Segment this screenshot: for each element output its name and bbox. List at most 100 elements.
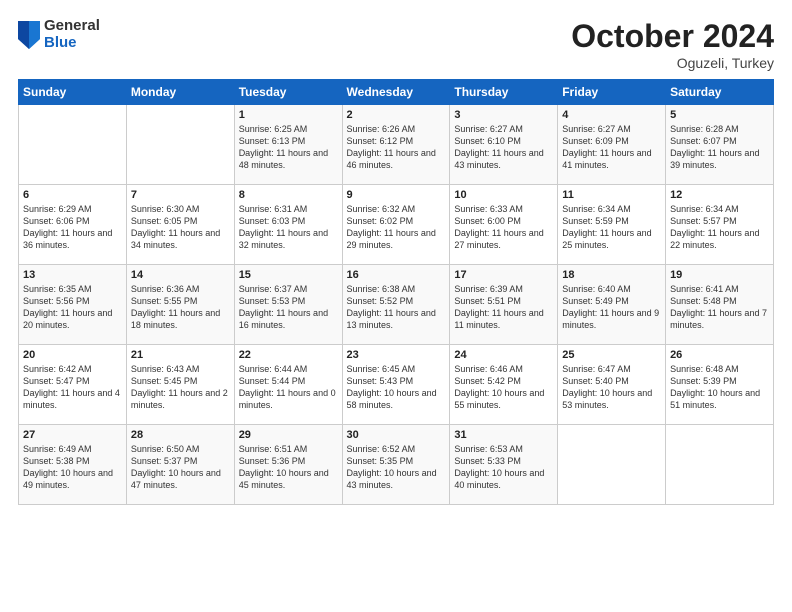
day-number: 27 <box>23 429 122 441</box>
day-number: 28 <box>131 429 230 441</box>
calendar-cell: 21 Sunrise: 6:43 AM Sunset: 5:45 PM Dayli… <box>126 345 234 425</box>
week-row-5: 27 Sunrise: 6:49 AM Sunset: 5:38 PM Dayli… <box>19 425 774 505</box>
calendar-cell: 28Sunrise: 6:50 AM Sunset: 5:37 PM Dayli… <box>126 425 234 505</box>
day-number: 12 <box>670 189 769 201</box>
day-header-tuesday: Tuesday <box>234 80 342 105</box>
week-row-3: 13 Sunrise: 6:35 AM Sunset: 5:56 PM Dayli… <box>19 265 774 345</box>
day-number: 18 <box>562 269 661 281</box>
calendar-cell: 8Sunrise: 6:31 AM Sunset: 6:03 PM Daylig… <box>234 185 342 265</box>
calendar-cell: 22Sunrise: 6:44 AM Sunset: 5:44 PM Dayli… <box>234 345 342 425</box>
calendar-cell: 19 Sunrise: 6:41 AM Sunset: 5:48 PM Dayli… <box>666 265 774 345</box>
calendar-cell <box>126 105 234 185</box>
cell-content: Sunrise: 6:39 AM Sunset: 5:51 PM Dayligh… <box>454 283 553 332</box>
cell-content: Sunrise: 6:31 AM Sunset: 6:03 PM Dayligh… <box>239 203 338 252</box>
title-block: October 2024 Oguzeli, Turkey <box>571 18 774 71</box>
calendar-cell: 4Sunrise: 6:27 AM Sunset: 6:09 PM Daylig… <box>558 105 666 185</box>
calendar-cell: 11 Sunrise: 6:34 AM Sunset: 5:59 PM Dayli… <box>558 185 666 265</box>
cell-content: Sunrise: 6:29 AM Sunset: 6:06 PM Dayligh… <box>23 203 122 252</box>
day-number: 23 <box>347 349 446 361</box>
day-number: 15 <box>239 269 338 281</box>
calendar-cell: 20Sunrise: 6:42 AM Sunset: 5:47 PM Dayli… <box>19 345 127 425</box>
header: General Blue October 2024 Oguzeli, Turke… <box>18 18 774 71</box>
cell-content: Sunrise: 6:26 AM Sunset: 6:12 PM Dayligh… <box>347 123 446 172</box>
calendar-cell: 23 Sunrise: 6:45 AM Sunset: 5:43 PM Dayli… <box>342 345 450 425</box>
day-number: 29 <box>239 429 338 441</box>
calendar-cell: 3Sunrise: 6:27 AM Sunset: 6:10 PM Daylig… <box>450 105 558 185</box>
cell-content: Sunrise: 6:30 AM Sunset: 6:05 PM Dayligh… <box>131 203 230 252</box>
day-number: 25 <box>562 349 661 361</box>
week-row-2: 6 Sunrise: 6:29 AM Sunset: 6:06 PM Daylig… <box>19 185 774 265</box>
day-number: 5 <box>670 109 769 121</box>
calendar-cell <box>19 105 127 185</box>
calendar-cell: 9Sunrise: 6:32 AM Sunset: 6:02 PM Daylig… <box>342 185 450 265</box>
day-number: 7 <box>131 189 230 201</box>
cell-content: Sunrise: 6:33 AM Sunset: 6:00 PM Dayligh… <box>454 203 553 252</box>
calendar-cell: 25 Sunrise: 6:47 AM Sunset: 5:40 PM Dayli… <box>558 345 666 425</box>
cell-content: Sunrise: 6:49 AM Sunset: 5:38 PM Dayligh… <box>23 443 122 492</box>
day-number: 31 <box>454 429 553 441</box>
cell-content: Sunrise: 6:47 AM Sunset: 5:40 PM Dayligh… <box>562 363 661 412</box>
cell-content: Sunrise: 6:27 AM Sunset: 6:09 PM Dayligh… <box>562 123 661 172</box>
calendar-cell: 14 Sunrise: 6:36 AM Sunset: 5:55 PM Dayli… <box>126 265 234 345</box>
day-number: 17 <box>454 269 553 281</box>
day-number: 11 <box>562 189 661 201</box>
day-number: 14 <box>131 269 230 281</box>
cell-content: Sunrise: 6:43 AM Sunset: 5:45 PM Dayligh… <box>131 363 230 412</box>
location: Oguzeli, Turkey <box>571 55 774 71</box>
calendar-cell: 1Sunrise: 6:25 AM Sunset: 6:13 PM Daylig… <box>234 105 342 185</box>
calendar-cell: 26Sunrise: 6:48 AM Sunset: 5:39 PM Dayli… <box>666 345 774 425</box>
cell-content: Sunrise: 6:34 AM Sunset: 5:59 PM Dayligh… <box>562 203 661 252</box>
logo-general: General <box>44 18 100 35</box>
calendar-cell <box>666 425 774 505</box>
day-number: 21 <box>131 349 230 361</box>
cell-content: Sunrise: 6:41 AM Sunset: 5:48 PM Dayligh… <box>670 283 769 332</box>
day-header-saturday: Saturday <box>666 80 774 105</box>
calendar-cell: 16 Sunrise: 6:38 AM Sunset: 5:52 PM Dayli… <box>342 265 450 345</box>
cell-content: Sunrise: 6:35 AM Sunset: 5:56 PM Dayligh… <box>23 283 122 332</box>
week-row-1: 1Sunrise: 6:25 AM Sunset: 6:13 PM Daylig… <box>19 105 774 185</box>
day-number: 13 <box>23 269 122 281</box>
cell-content: Sunrise: 6:34 AM Sunset: 5:57 PM Dayligh… <box>670 203 769 252</box>
day-number: 26 <box>670 349 769 361</box>
cell-content: Sunrise: 6:40 AM Sunset: 5:49 PM Dayligh… <box>562 283 661 332</box>
logo-icon <box>18 21 40 49</box>
calendar-cell: 18 Sunrise: 6:40 AM Sunset: 5:49 PM Dayli… <box>558 265 666 345</box>
day-header-monday: Monday <box>126 80 234 105</box>
calendar-cell: 12 Sunrise: 6:34 AM Sunset: 5:57 PM Dayli… <box>666 185 774 265</box>
cell-content: Sunrise: 6:32 AM Sunset: 6:02 PM Dayligh… <box>347 203 446 252</box>
cell-content: Sunrise: 6:28 AM Sunset: 6:07 PM Dayligh… <box>670 123 769 172</box>
day-header-friday: Friday <box>558 80 666 105</box>
calendar-cell: 27 Sunrise: 6:49 AM Sunset: 5:38 PM Dayli… <box>19 425 127 505</box>
calendar-cell: 10 Sunrise: 6:33 AM Sunset: 6:00 PM Dayli… <box>450 185 558 265</box>
calendar-cell: 15 Sunrise: 6:37 AM Sunset: 5:53 PM Dayli… <box>234 265 342 345</box>
calendar-cell: 29 Sunrise: 6:51 AM Sunset: 5:36 PM Dayli… <box>234 425 342 505</box>
cell-content: Sunrise: 6:52 AM Sunset: 5:35 PM Dayligh… <box>347 443 446 492</box>
calendar-cell: 5 Sunrise: 6:28 AM Sunset: 6:07 PM Daylig… <box>666 105 774 185</box>
page: General Blue October 2024 Oguzeli, Turke… <box>0 0 792 612</box>
calendar-cell: 31 Sunrise: 6:53 AM Sunset: 5:33 PM Dayli… <box>450 425 558 505</box>
day-number: 19 <box>670 269 769 281</box>
day-header-wednesday: Wednesday <box>342 80 450 105</box>
day-number: 16 <box>347 269 446 281</box>
day-number: 30 <box>347 429 446 441</box>
day-number: 22 <box>239 349 338 361</box>
day-header-sunday: Sunday <box>19 80 127 105</box>
day-number: 6 <box>23 189 122 201</box>
day-number: 1 <box>239 109 338 121</box>
calendar-cell: 30 Sunrise: 6:52 AM Sunset: 5:35 PM Dayli… <box>342 425 450 505</box>
header-row: SundayMondayTuesdayWednesdayThursdayFrid… <box>19 80 774 105</box>
cell-content: Sunrise: 6:46 AM Sunset: 5:42 PM Dayligh… <box>454 363 553 412</box>
cell-content: Sunrise: 6:38 AM Sunset: 5:52 PM Dayligh… <box>347 283 446 332</box>
calendar-table: SundayMondayTuesdayWednesdayThursdayFrid… <box>18 79 774 505</box>
calendar-cell: 2Sunrise: 6:26 AM Sunset: 6:12 PM Daylig… <box>342 105 450 185</box>
cell-content: Sunrise: 6:51 AM Sunset: 5:36 PM Dayligh… <box>239 443 338 492</box>
cell-content: Sunrise: 6:53 AM Sunset: 5:33 PM Dayligh… <box>454 443 553 492</box>
cell-content: Sunrise: 6:36 AM Sunset: 5:55 PM Dayligh… <box>131 283 230 332</box>
cell-content: Sunrise: 6:45 AM Sunset: 5:43 PM Dayligh… <box>347 363 446 412</box>
day-header-thursday: Thursday <box>450 80 558 105</box>
logo-text: General Blue <box>44 18 100 51</box>
day-number: 20 <box>23 349 122 361</box>
calendar-cell: 6 Sunrise: 6:29 AM Sunset: 6:06 PM Daylig… <box>19 185 127 265</box>
day-number: 10 <box>454 189 553 201</box>
cell-content: Sunrise: 6:37 AM Sunset: 5:53 PM Dayligh… <box>239 283 338 332</box>
